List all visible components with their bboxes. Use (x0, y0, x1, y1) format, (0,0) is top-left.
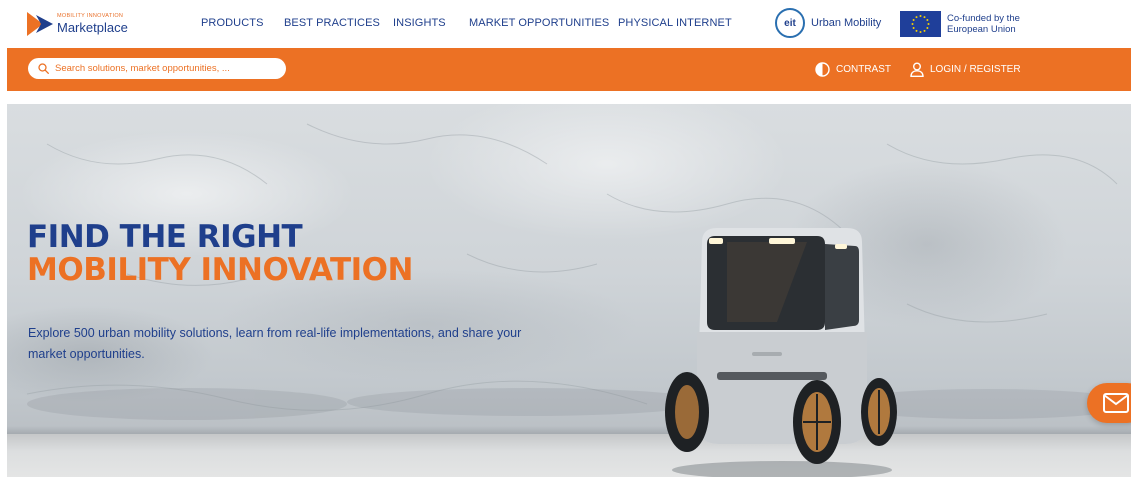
utility-bar: CONTRAST LOGIN / REGISTER (7, 48, 1131, 91)
logo-arrow-icon (27, 12, 53, 36)
login-register-label: LOGIN / REGISTER (930, 63, 1021, 75)
contrast-toggle[interactable]: CONTRAST (815, 60, 891, 78)
mail-icon (1103, 393, 1129, 413)
concrete-wall-texture (26, 123, 1131, 420)
contrast-icon (815, 61, 830, 77)
eit-urban-mobility-logo[interactable]: eit Urban Mobility (775, 7, 881, 39)
floor (7, 434, 1131, 477)
eu-flag-icon (900, 11, 941, 37)
delivery-robot-image (665, 228, 897, 477)
nav-best-practices[interactable]: BEST PRACTICES (284, 17, 380, 29)
search-box[interactable] (28, 58, 286, 79)
eit-logo-label: Urban Mobility (811, 17, 882, 29)
logo-title: Marketplace (57, 19, 128, 35)
nav-market-opportunities[interactable]: MARKET OPPORTUNITIES (469, 17, 609, 29)
user-icon (910, 62, 924, 77)
login-register-link[interactable]: LOGIN / REGISTER (910, 60, 1021, 78)
eu-cofunded-logo: Co-funded by the European Union (900, 11, 1020, 37)
nav-products[interactable]: PRODUCTS (201, 17, 264, 29)
hero-title-line2: MOBILITY INNOVATION (27, 252, 413, 288)
nav-physical-internet[interactable]: PHYSICAL INTERNET (618, 17, 732, 29)
top-header: MOBILITY INNOVATION Marketplace PRODUCTS… (0, 0, 1131, 48)
contact-mail-button[interactable] (1087, 383, 1131, 423)
contrast-label: CONTRAST (836, 63, 891, 75)
eit-logo-mark: eit (775, 8, 805, 38)
hero-title: FIND THE RIGHT MOBILITY INNOVATION (27, 221, 413, 287)
eu-text-line1: Co-funded by the (947, 13, 1020, 24)
nav-insights[interactable]: INSIGHTS (393, 17, 446, 29)
marketplace-logo[interactable]: MOBILITY INNOVATION Marketplace (27, 9, 157, 39)
logo-tagline: MOBILITY INNOVATION (57, 13, 124, 20)
hero-subtitle: Explore 500 urban mobility solutions, le… (28, 326, 522, 361)
search-input[interactable] (55, 63, 275, 74)
eit-logo-text: eit (784, 17, 796, 29)
hero-title-line1: FIND THE RIGHT (27, 219, 303, 255)
hero-banner: FIND THE RIGHT MOBILITY INNOVATION Explo… (7, 104, 1131, 477)
eu-text-line2: European Union (947, 24, 1016, 35)
search-icon (38, 63, 49, 74)
